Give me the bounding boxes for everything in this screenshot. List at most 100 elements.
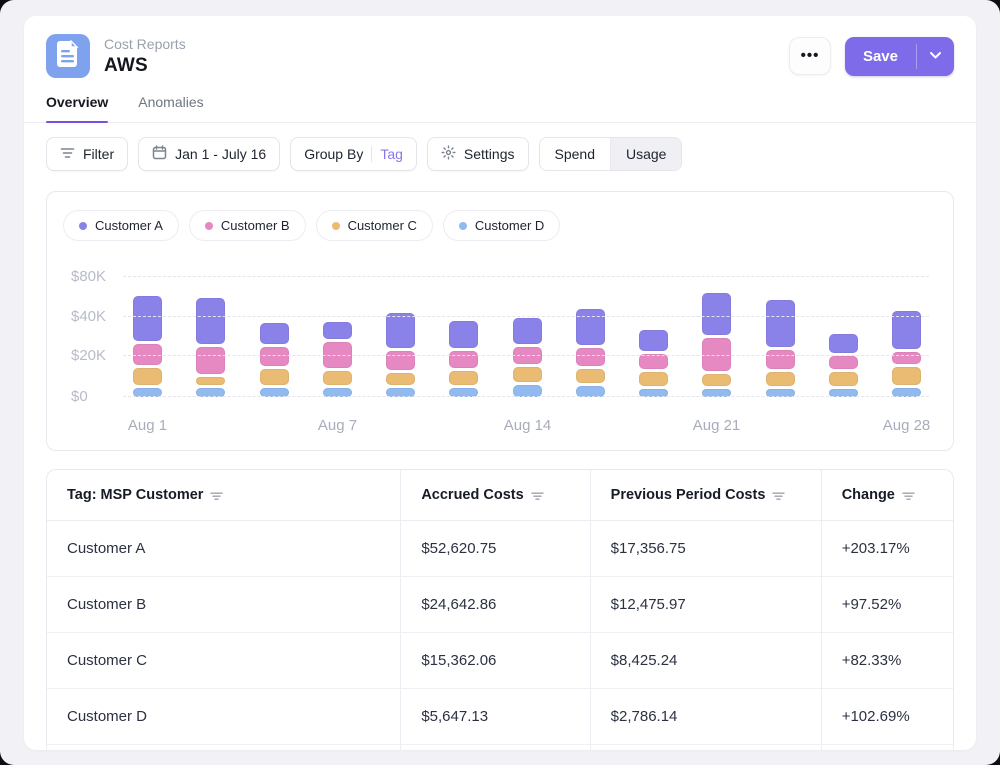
stacked-bar-10 [702,293,731,397]
cell-change-percent: +82.33% [821,633,953,688]
cell-empty [821,745,953,750]
bar-segment-customer-b [892,352,921,364]
cell-previous-period-costs: $17,356.75 [590,521,821,576]
column-header-previous[interactable]: Previous Period Costs [590,470,821,520]
chart-legend: Customer A Customer B Customer C Customer D [63,210,937,241]
column-header-accrued[interactable]: Accrued Costs [400,470,589,520]
stacked-bar-11 [766,300,795,397]
bar-segment-customer-c [323,371,352,385]
cell-previous-period-costs: $8,425.24 [590,633,821,688]
chart-bars [133,265,921,397]
x-axis-tick: Aug 1 [128,417,167,434]
y-axis-tick: $20K [71,347,117,364]
bar-segment-customer-a [702,293,731,335]
cell-accrued-costs: $15,362.06 [400,633,589,688]
bar-segment-customer-c [639,372,668,386]
cell-previous-period-costs: $2,786.14 [590,689,821,744]
legend-chip-customer-c[interactable]: Customer C [316,210,433,241]
segment-usage[interactable]: Usage [610,138,681,170]
cell-empty [590,745,821,750]
cell-customer-name: Customer A [47,521,400,576]
sort-icon [902,491,915,501]
sort-icon [772,491,785,501]
bar-segment-customer-a [386,313,415,348]
report-type-label: Cost Reports [104,36,186,52]
legend-chip-customer-d[interactable]: Customer D [443,210,560,241]
table-row-customer-b: Customer B$24,642.86$12,475.97+97.52% [47,577,953,633]
table-row-customer-a: Customer A$52,620.75$17,356.75+203.17% [47,521,953,577]
gridline [123,396,929,397]
legend-dot [459,222,467,230]
cell-empty [47,745,400,750]
cell-empty [400,745,589,750]
table-row-customer-d: Customer D$5,647.13$2,786.14+102.69% [47,689,953,745]
legend-chip-customer-b[interactable]: Customer B [189,210,306,241]
sort-icon [210,491,223,501]
x-axis-tick: Aug 14 [504,417,552,434]
filter-button[interactable]: Filter [46,137,128,171]
y-axis-tick: $80K [71,268,117,285]
date-range-button[interactable]: Jan 1 - July 16 [138,137,280,171]
document-icon [56,40,80,73]
legend-dot [332,222,340,230]
group-by-button[interactable]: Group By Tag [290,137,417,171]
gridline [123,276,929,277]
cell-change-percent: +203.17% [821,521,953,576]
tab-anomalies[interactable]: Anomalies [138,94,203,122]
bar-segment-customer-a [513,318,542,344]
cell-customer-name: Customer D [47,689,400,744]
bar-segment-customer-a [196,298,225,344]
stacked-bar-2 [196,298,225,397]
table-body: Customer A$52,620.75$17,356.75+203.17%Cu… [47,521,953,750]
date-range-label: Jan 1 - July 16 [175,146,266,162]
bar-segment-customer-b [766,350,795,369]
legend-chip-customer-a[interactable]: Customer A [63,210,179,241]
cell-change-percent: +102.69% [821,689,953,744]
header-actions: ••• Save [789,37,954,76]
stacked-bar-1 [133,296,162,397]
column-header-tag[interactable]: Tag: MSP Customer [47,470,400,520]
x-axis-tick: Aug 7 [318,417,357,434]
table-header-row: Tag: MSP Customer Accrued Costs Previous… [47,470,953,521]
bar-segment-customer-a [449,321,478,348]
stacked-bar-9 [639,330,668,397]
group-by-divider [371,146,372,162]
stacked-bar-7 [513,318,542,397]
cell-change-percent: +97.52% [821,577,953,632]
tab-bar: Overview Anomalies [24,94,976,123]
cell-customer-name: Customer C [47,633,400,688]
chevron-down-icon [929,47,942,65]
save-split-button: Save [845,37,954,76]
stacked-bar-6 [449,321,478,397]
stacked-bar-13 [892,311,921,397]
cost-chart-card: Customer A Customer B Customer C Customer D… [46,191,954,451]
tab-overview[interactable]: Overview [46,94,108,122]
filter-label: Filter [83,146,114,162]
cell-accrued-costs: $52,620.75 [400,521,589,576]
spend-usage-toggle: Spend Usage [539,137,683,171]
report-panel: Cost Reports AWS ••• Save [24,16,976,750]
gridline [123,316,929,317]
bar-segment-customer-a [133,296,162,341]
save-button[interactable]: Save [845,37,916,76]
bar-segment-customer-b [196,347,225,374]
y-axis-tick: $0 [71,388,117,405]
legend-label: Customer D [475,218,544,233]
stacked-bar-4 [323,322,352,397]
stacked-bar-3 [260,323,289,397]
ellipsis-icon: ••• [801,51,820,61]
bar-segment-customer-c [260,369,289,385]
settings-button[interactable]: Settings [427,137,529,171]
more-actions-button[interactable]: ••• [789,37,831,75]
column-header-change[interactable]: Change [821,470,953,520]
bar-segment-customer-a [576,309,605,345]
bar-segment-customer-c [449,371,478,385]
gridline [123,355,929,356]
table-row-partial [47,745,953,750]
bar-segment-customer-c [829,372,858,386]
page-title: AWS [104,55,186,77]
save-dropdown-button[interactable] [917,37,954,76]
cell-customer-name: Customer B [47,577,400,632]
segment-spend[interactable]: Spend [540,138,610,170]
legend-dot [79,222,87,230]
